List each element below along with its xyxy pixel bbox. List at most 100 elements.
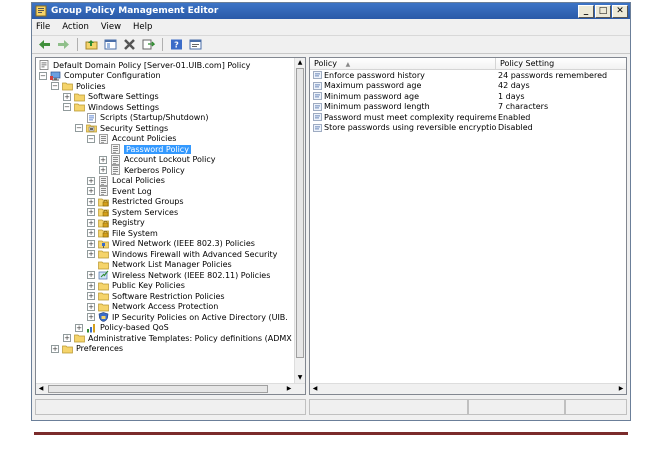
tree-item[interactable]: Default Domain Policy [Server-01.UIB.com…	[36, 60, 294, 71]
list-item[interactable]: Password must meet complexity requiremen…	[310, 112, 626, 123]
expand-icon[interactable]: +	[87, 239, 95, 248]
list-item[interactable]: Enforce password history 24 passwords rem…	[310, 70, 626, 81]
tree-item[interactable]: − Security Settings	[36, 123, 294, 134]
tree-item[interactable]: + Event Log	[36, 186, 294, 197]
expand-icon[interactable]: +	[87, 218, 95, 227]
expand-icon[interactable]: +	[63, 334, 71, 343]
back-icon[interactable]	[37, 38, 52, 52]
tree-horizontal-scrollbar[interactable]: ◀ ▶	[36, 383, 305, 394]
expand-icon[interactable]: +	[87, 313, 95, 322]
expand-icon[interactable]: +	[87, 229, 95, 238]
export-icon[interactable]	[141, 38, 156, 52]
delete-icon[interactable]	[122, 38, 137, 52]
column-header-policy[interactable]: Policy ▲	[310, 58, 496, 69]
expand-icon[interactable]: +	[99, 166, 107, 175]
collapse-icon[interactable]: −	[87, 134, 95, 143]
scroll-up-icon[interactable]: ▲	[295, 58, 305, 68]
help-icon[interactable]: ?	[169, 38, 184, 52]
expand-icon[interactable]: +	[63, 92, 71, 101]
tree-item[interactable]: − Policies	[36, 81, 294, 92]
tree-item[interactable]: + Wireless Network (IEEE 802.11) Policies	[36, 270, 294, 281]
title-bar[interactable]: Group Policy Management Editor _ □ ✕	[32, 3, 630, 19]
policy-setting-value: 24 passwords remembered	[498, 70, 608, 80]
show-hide-tree-icon[interactable]	[103, 38, 118, 52]
tree-item[interactable]: + Preferences	[36, 344, 294, 355]
tree-item-label: Default Domain Policy [Server-01.UIB.com…	[53, 60, 251, 70]
tree-item[interactable]: − Computer Configuration	[36, 71, 294, 82]
tree-item-label: Network List Manager Policies	[112, 260, 232, 270]
expand-icon[interactable]: +	[99, 155, 107, 164]
expand-icon[interactable]: +	[87, 176, 95, 185]
tree-item[interactable]: Network List Manager Policies	[36, 260, 294, 271]
expand-icon[interactable]: +	[87, 208, 95, 217]
tree-scroll-thumb[interactable]	[296, 68, 304, 358]
list-item[interactable]: Minimum password age 1 days	[310, 91, 626, 102]
console-tree: Default Domain Policy [Server-01.UIB.com…	[36, 58, 294, 383]
minimize-button[interactable]: _	[578, 4, 594, 18]
list-horizontal-scrollbar[interactable]: ◀ ▶	[310, 383, 626, 394]
expand-icon[interactable]: +	[87, 187, 95, 196]
tree-item[interactable]: + Software Restriction Policies	[36, 291, 294, 302]
menu-file[interactable]: File	[36, 22, 50, 32]
expand-icon[interactable]: +	[87, 197, 95, 206]
sort-ascending-icon: ▲	[345, 61, 351, 68]
tree-item[interactable]: − Account Policies	[36, 133, 294, 145]
tree-item[interactable]: Password Policy	[36, 144, 294, 155]
properties-icon[interactable]	[188, 38, 203, 52]
tree-item[interactable]: + Administrative Templates: Policy defini…	[36, 333, 294, 344]
expand-icon[interactable]: +	[87, 292, 95, 301]
tree-item[interactable]: − Windows Settings	[36, 102, 294, 113]
tree-item-label: Windows Settings	[88, 102, 160, 112]
expand-icon[interactable]: +	[87, 271, 95, 280]
tree-item[interactable]: + Policy-based QoS	[36, 323, 294, 334]
tree-item-label: Network Access Protection	[112, 302, 219, 312]
scroll-left-icon[interactable]: ◀	[36, 384, 46, 394]
menu-view[interactable]: View	[101, 22, 121, 32]
up-folder-icon[interactable]	[84, 38, 99, 52]
tree-item[interactable]: + Windows Firewall with Advanced Security	[36, 249, 294, 260]
tree-item[interactable]: + IP Security Policies on Active Director…	[36, 312, 294, 323]
scroll-down-icon[interactable]: ▼	[295, 373, 305, 383]
expand-icon[interactable]: +	[87, 302, 95, 311]
policy-icon	[98, 175, 109, 186]
expand-icon[interactable]: +	[87, 250, 95, 259]
policy-name: Password must meet complexity requiremen…	[324, 112, 496, 122]
tree-item[interactable]: + Registry	[36, 218, 294, 229]
tree-item[interactable]: + Network Access Protection	[36, 302, 294, 313]
policy-cell: Minimum password length	[310, 102, 496, 111]
expand-icon[interactable]: +	[75, 323, 83, 332]
scroll-left-icon[interactable]: ◀	[310, 384, 320, 394]
maximize-button[interactable]: □	[595, 4, 611, 18]
tree-hscroll-thumb[interactable]	[48, 385, 268, 393]
collapse-icon[interactable]: −	[39, 71, 47, 80]
list-item[interactable]: Minimum password length 7 characters	[310, 102, 626, 113]
tree-item[interactable]: + Wired Network (IEEE 802.3) Policies	[36, 239, 294, 250]
tree-item[interactable]: + Restricted Groups	[36, 197, 294, 208]
scroll-right-icon[interactable]: ▶	[616, 384, 626, 394]
close-button[interactable]: ✕	[612, 4, 628, 18]
expand-icon[interactable]: +	[51, 344, 59, 353]
collapse-icon[interactable]: −	[75, 124, 83, 133]
menu-action[interactable]: Action	[62, 22, 89, 32]
tree-item[interactable]: + Software Settings	[36, 92, 294, 103]
tree-item[interactable]: Scripts (Startup/Shutdown)	[36, 112, 294, 124]
tree-item[interactable]: + Public Key Policies	[36, 281, 294, 292]
policy-name: Minimum password age	[324, 91, 420, 101]
tree-item[interactable]: + Local Policies	[36, 175, 294, 187]
collapse-icon[interactable]: −	[63, 103, 71, 112]
tree-item[interactable]: + File System	[36, 228, 294, 239]
tree-vertical-scrollbar[interactable]: ▲ ▼	[294, 58, 305, 383]
list-item[interactable]: Store passwords using reversible encrypt…	[310, 123, 626, 134]
column-header-setting[interactable]: Policy Setting	[496, 58, 626, 69]
list-item[interactable]: Maximum password age 42 days	[310, 81, 626, 92]
scroll-right-icon[interactable]: ▶	[284, 384, 294, 394]
expand-icon[interactable]: +	[87, 281, 95, 290]
forward-icon[interactable]	[56, 38, 71, 52]
menu-help[interactable]: Help	[133, 22, 152, 32]
tree-item-label: Policies	[76, 81, 106, 91]
tree-item-label: IP Security Policies on Active Directory…	[112, 312, 288, 322]
tree-item[interactable]: + System Services	[36, 207, 294, 218]
tree-item[interactable]: + Account Lockout Policy	[36, 154, 294, 166]
collapse-icon[interactable]: −	[51, 82, 59, 91]
tree-item[interactable]: + Kerberos Policy	[36, 165, 294, 176]
